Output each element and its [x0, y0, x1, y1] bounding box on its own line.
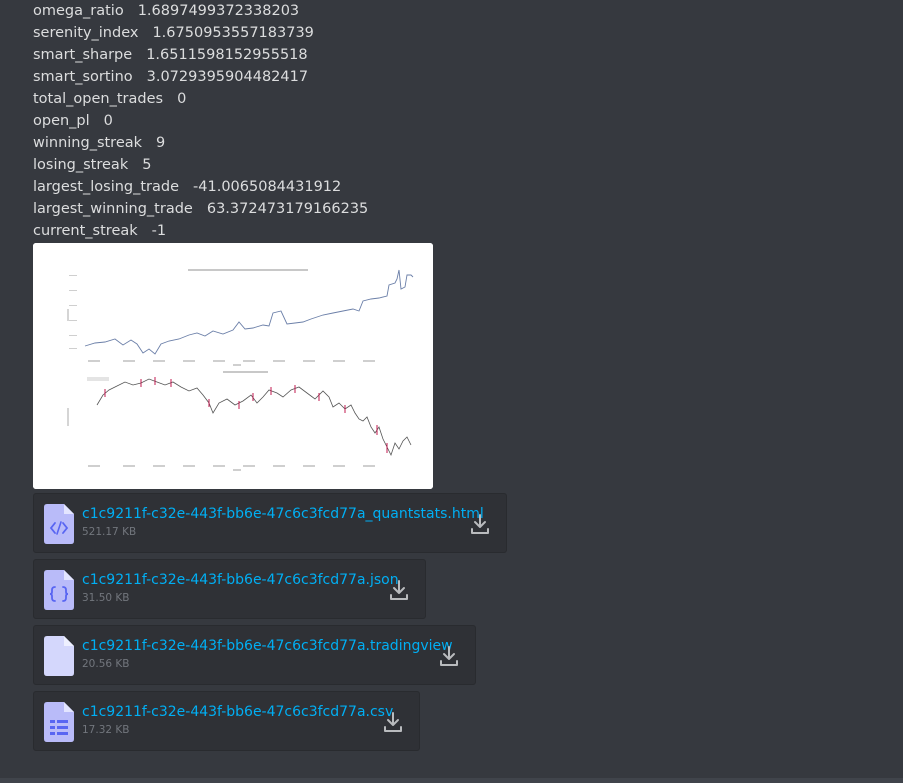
- stat-row: largest_winning_trade 63.372473179166235: [33, 198, 893, 220]
- file-link[interactable]: c1c9211f-c32e-443f-bb6e-47c6c3fcd77a.jso…: [82, 572, 399, 588]
- stat-key: current_streak: [33, 223, 138, 239]
- chart-image: [33, 243, 433, 489]
- stat-key: open_pl: [33, 113, 90, 129]
- stat-key: largest_losing_trade: [33, 179, 180, 195]
- stats-list: omega_ratio 1.6897499372338203 serenity_i…: [33, 0, 893, 242]
- download-icon[interactable]: [439, 645, 459, 667]
- spreadsheet-file-icon: [44, 702, 74, 742]
- stat-key: largest_winning_trade: [33, 201, 193, 217]
- stat-row: largest_losing_trade -41.0065084431912: [33, 176, 893, 198]
- stat-row: serenity_index 1.6750953557183739: [33, 22, 893, 44]
- stat-value: 1.6750953557183739: [152, 25, 314, 41]
- file-attachment-json: c1c9211f-c32e-443f-bb6e-47c6c3fcd77a.jso…: [33, 559, 426, 619]
- stat-row: open_pl 0: [33, 110, 893, 132]
- stat-value: 5: [142, 157, 152, 173]
- stat-value: 0: [177, 91, 187, 107]
- stat-value: 63.372473179166235: [206, 201, 369, 217]
- stat-key: smart_sharpe: [33, 47, 133, 63]
- file-link[interactable]: c1c9211f-c32e-443f-bb6e-47c6c3fcd77a_qua…: [82, 506, 484, 522]
- stat-key: smart_sortino: [33, 69, 133, 85]
- blank-file-icon: [44, 636, 74, 676]
- file-size: 17.32 KB: [82, 724, 130, 736]
- stat-value: -1: [151, 223, 167, 239]
- stat-row: losing_streak 5: [33, 154, 893, 176]
- stat-value: 0: [103, 113, 113, 129]
- stat-row: total_open_trades 0: [33, 88, 893, 110]
- download-icon[interactable]: [389, 579, 409, 601]
- stat-value: -41.0065084431912: [193, 179, 342, 195]
- download-icon[interactable]: [470, 513, 490, 535]
- file-attachment-html: c1c9211f-c32e-443f-bb6e-47c6c3fcd77a_qua…: [33, 493, 507, 553]
- stat-row: winning_streak 9: [33, 132, 893, 154]
- stat-row: omega_ratio 1.6897499372338203: [33, 0, 893, 22]
- file-link[interactable]: c1c9211f-c32e-443f-bb6e-47c6c3fcd77a.csv: [82, 704, 393, 720]
- file-size: 31.50 KB: [82, 592, 130, 604]
- stat-key: winning_streak: [33, 135, 143, 151]
- stat-key: losing_streak: [33, 157, 129, 173]
- stat-row: current_streak -1: [33, 220, 893, 242]
- file-attachment-tradingview: c1c9211f-c32e-443f-bb6e-47c6c3fcd77a.tra…: [33, 625, 476, 685]
- stat-value: 3.0729395904482417: [146, 69, 309, 85]
- composer-edge: [0, 778, 903, 783]
- code-file-icon: [44, 504, 74, 544]
- stat-key: omega_ratio: [33, 3, 124, 19]
- chart-image-embed[interactable]: [33, 243, 433, 489]
- stat-key: serenity_index: [33, 25, 139, 41]
- stat-value: 9: [156, 135, 166, 151]
- stat-row: smart_sortino 3.0729395904482417: [33, 66, 893, 88]
- json-file-icon: [44, 570, 74, 610]
- file-size: 521.17 KB: [82, 526, 137, 538]
- file-size: 20.56 KB: [82, 658, 130, 670]
- stat-value: 1.6897499372338203: [137, 3, 300, 19]
- message-content: omega_ratio 1.6897499372338203 serenity_i…: [33, 0, 893, 242]
- file-link[interactable]: c1c9211f-c32e-443f-bb6e-47c6c3fcd77a.tra…: [82, 638, 453, 654]
- file-attachment-csv: c1c9211f-c32e-443f-bb6e-47c6c3fcd77a.csv…: [33, 691, 420, 751]
- download-icon[interactable]: [383, 711, 403, 733]
- stat-value: 1.6511598152955518: [146, 47, 308, 63]
- stat-row: smart_sharpe 1.6511598152955518: [33, 44, 893, 66]
- stat-key: total_open_trades: [33, 91, 164, 107]
